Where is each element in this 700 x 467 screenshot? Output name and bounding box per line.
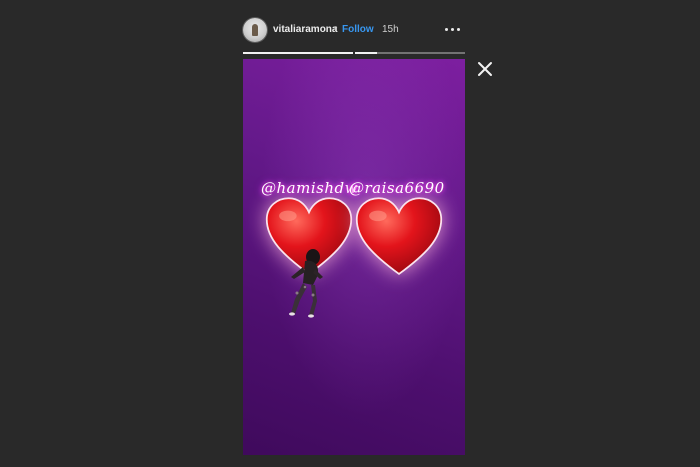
more-dot	[444, 27, 448, 31]
follow-button[interactable]: Follow	[342, 24, 374, 35]
avatar-figure	[252, 24, 258, 36]
red-heart-icon	[355, 197, 443, 276]
profile-avatar-icon[interactable]	[243, 18, 267, 42]
mention-sticker-2[interactable]: @raisa6690	[349, 179, 445, 197]
progress-segment	[355, 52, 465, 54]
username-link[interactable]: vitaliaramona	[273, 24, 337, 35]
more-dot	[450, 27, 454, 31]
more-dot	[456, 27, 460, 31]
timestamp: 15h	[382, 24, 399, 35]
story-progress-bar	[243, 52, 465, 54]
progress-segment	[243, 52, 353, 54]
close-icon[interactable]	[476, 60, 494, 78]
mention-sticker-1[interactable]: @hamishdw	[261, 179, 358, 197]
dancing-figure-sticker	[289, 249, 323, 318]
story-header: vitaliaramona • Follow 15h	[243, 17, 465, 45]
progress-fill	[355, 52, 377, 54]
progress-fill	[243, 52, 353, 54]
more-options-icon[interactable]	[439, 19, 465, 39]
separator-dot: •	[334, 23, 338, 34]
story-media[interactable]: @hamishdw @raisa6690	[243, 59, 465, 455]
story-viewer: vitaliaramona • Follow 15h @hamishdw @ra…	[0, 0, 700, 467]
